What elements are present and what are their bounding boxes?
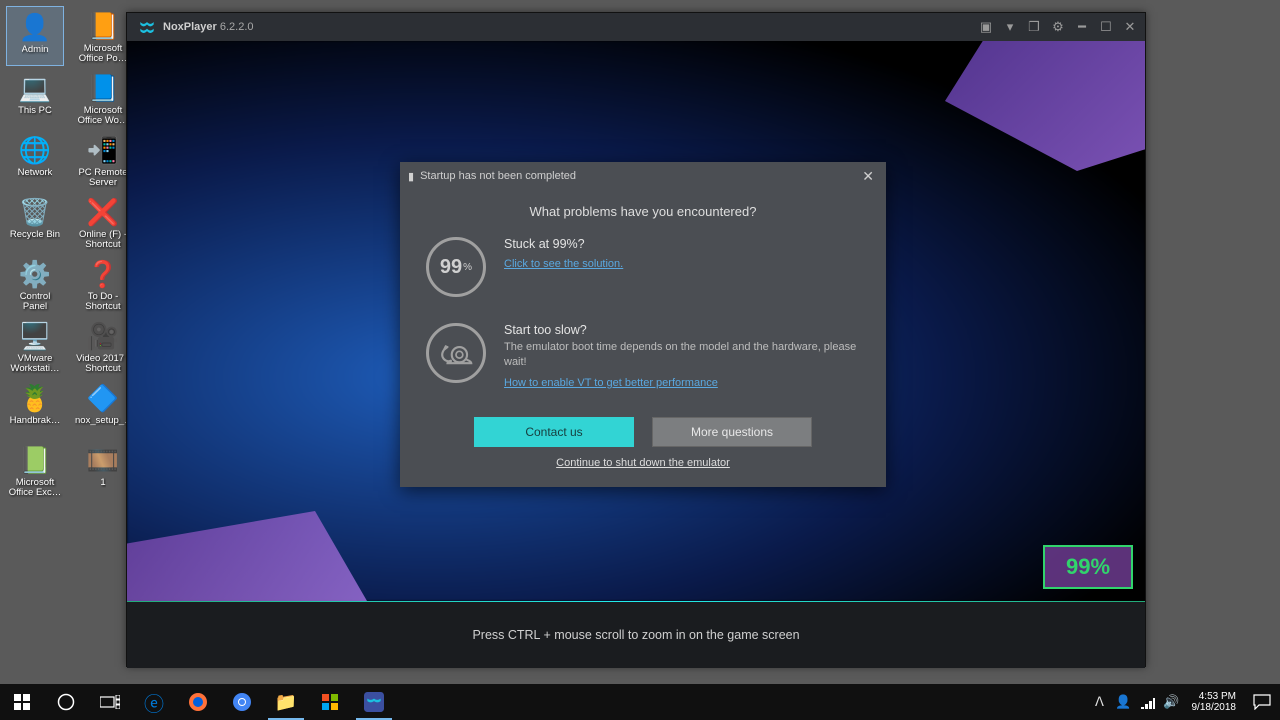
contact-us-button[interactable]: Contact us (474, 417, 634, 447)
nox-logo-icon (137, 17, 157, 37)
desktop-icon[interactable]: 📲PC Remote Server (74, 130, 132, 190)
app-icon: 👤 (19, 11, 51, 43)
desktop-icon[interactable]: 👤 Admin (6, 6, 64, 66)
icon-label: Recycle Bin (10, 230, 60, 240)
app-icon: 🖥️ (19, 320, 51, 352)
slow-desc: The emulator boot time depends on the mo… (504, 340, 860, 370)
tray-volume-icon[interactable]: 🔊 (1160, 684, 1184, 720)
nox-title: NoxPlayer 6.2.2.0 (163, 21, 254, 33)
desktop-icon[interactable]: 🔷 nox_setup_… (74, 378, 132, 438)
icon-label: Video 2017 - Shortcut (75, 354, 131, 375)
desktop-icon[interactable]: 🎞️ 1 (74, 440, 132, 500)
dialog-close-button[interactable]: ✕ (858, 168, 878, 185)
stuck-heading: Stuck at 99%? (504, 237, 860, 251)
toolbox-icon[interactable]: ▣ (977, 18, 995, 36)
icon-label: Control Panel (7, 292, 63, 313)
more-questions-button[interactable]: More questions (652, 417, 812, 447)
icon-label: Online (F) - Shortcut (75, 230, 131, 251)
icon-label: Handbrak… (10, 416, 61, 426)
icon-label: Microsoft Office Po… (75, 44, 131, 65)
desktop-icon[interactable]: 🎥Video 2017 - Shortcut (74, 316, 132, 376)
multi-instance-icon[interactable]: ❐ (1025, 18, 1043, 36)
start-button[interactable] (0, 684, 44, 720)
taskbar-store[interactable] (308, 684, 352, 720)
dialog-titlebar[interactable]: ▮ Startup has not been completed ✕ (400, 162, 886, 190)
app-icon: 🌐 (19, 134, 51, 166)
snail-icon (426, 323, 486, 383)
taskbar-nox[interactable] (352, 684, 396, 720)
maximize-icon[interactable]: ☐ (1097, 18, 1115, 36)
taskbar-chrome[interactable] (220, 684, 264, 720)
app-icon: ❌ (87, 196, 119, 228)
icon-label: 1 (100, 478, 105, 488)
taskbar-file-explorer[interactable]: 📁 (264, 684, 308, 720)
desktop-icon[interactable]: 🍍 Handbrak… (6, 378, 64, 438)
tray-expand-icon[interactable]: ᐱ (1088, 684, 1112, 720)
icon-label: Network (18, 168, 53, 178)
app-icon: 🗑️ (19, 196, 51, 228)
slow-heading: Start too slow? (504, 323, 860, 337)
icon-label: VMware Workstati… (7, 354, 63, 375)
desktop-icon[interactable]: 📙Microsoft Office Po… (74, 6, 132, 66)
desktop-icon[interactable]: ❓To Do - Shortcut (74, 254, 132, 314)
dialog-question: What problems have you encountered? (426, 204, 860, 219)
tray-people-icon[interactable]: 👤 (1112, 684, 1136, 720)
desktop-icon[interactable]: 📘Microsoft Office Wo… (74, 68, 132, 128)
settings-icon[interactable]: ⚙ (1049, 18, 1067, 36)
stuck-solution-link[interactable]: Click to see the solution. (504, 258, 623, 270)
dropdown-icon[interactable]: ▾ (1001, 18, 1019, 36)
app-icon: 📙 (87, 10, 119, 42)
loading-progress-badge: 99% (1043, 545, 1133, 589)
desktop-icon[interactable]: 💻 This PC (6, 68, 64, 128)
nox-titlebar[interactable]: NoxPlayer 6.2.2.0 ▣ ▾ ❐ ⚙ ━ ☐ ✕ (127, 13, 1145, 41)
icon-label: This PC (18, 106, 52, 116)
app-icon: 🍍 (19, 382, 51, 414)
shutdown-emulator-link[interactable]: Continue to shut down the emulator (426, 457, 860, 469)
icon-label: nox_setup_… (75, 416, 131, 426)
app-icon: 📲 (87, 134, 119, 166)
taskbar-clock[interactable]: 4:53 PM9/18/2018 (1184, 691, 1245, 714)
startup-dialog: ▮ Startup has not been completed ✕ What … (400, 162, 886, 487)
taskbar-edge[interactable]: ⓔ (132, 684, 176, 720)
icon-label: To Do - Shortcut (75, 292, 131, 313)
app-icon: 🎞️ (87, 444, 119, 476)
app-icon: 🎥 (87, 320, 119, 352)
app-icon: ⚙️ (19, 258, 51, 290)
app-icon: 💻 (19, 72, 51, 104)
icon-label: Microsoft Office Exc… (7, 478, 63, 499)
desktop-icon[interactable]: 📗Microsoft Office Exc… (6, 440, 64, 500)
desktop-icon[interactable]: 🖥️VMware Workstati… (6, 316, 64, 376)
cortana-button[interactable] (44, 684, 88, 720)
icon-label: Admin (22, 45, 49, 55)
desktop-icon[interactable]: ❌Online (F) - Shortcut (74, 192, 132, 252)
taskbar: ⓔ 📁 ᐱ 👤 🔊 4:53 PM9/18/2018 (0, 684, 1280, 720)
desktop-icon[interactable]: ⚙️Control Panel (6, 254, 64, 314)
minimize-icon[interactable]: ━ (1073, 18, 1091, 36)
info-icon: ▮ (408, 170, 414, 183)
tray-network-icon[interactable] (1136, 684, 1160, 720)
task-view-button[interactable] (88, 684, 132, 720)
footer-hint: Press CTRL + mouse scroll to zoom in on … (472, 628, 799, 642)
desktop-icon[interactable]: 🌐 Network (6, 130, 64, 190)
app-icon: 🔷 (87, 382, 119, 414)
icon-label: Microsoft Office Wo… (75, 106, 131, 127)
dialog-title: Startup has not been completed (420, 170, 576, 182)
desktop-icons: 👤Admin📙Microsoft Office Po…💻This PC📘Micr… (6, 6, 132, 500)
enable-vt-link[interactable]: How to enable VT to get better performan… (504, 377, 718, 389)
nox-footer: Press CTRL + mouse scroll to zoom in on … (127, 602, 1145, 668)
close-icon[interactable]: ✕ (1121, 18, 1139, 36)
icon-label: PC Remote Server (75, 168, 131, 189)
action-center-button[interactable] (1244, 684, 1280, 720)
app-icon: ❓ (87, 258, 119, 290)
taskbar-firefox[interactable] (176, 684, 220, 720)
app-icon: 📗 (19, 444, 51, 476)
ninety-nine-icon: 99% (426, 237, 486, 297)
app-icon: 📘 (87, 72, 119, 104)
desktop-icon[interactable]: 🗑️ Recycle Bin (6, 192, 64, 252)
